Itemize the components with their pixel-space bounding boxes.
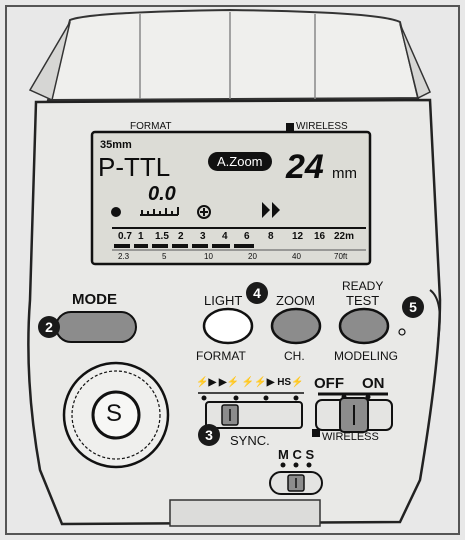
control-dial[interactable] xyxy=(64,363,168,467)
lcd-focal-unit: mm xyxy=(332,165,357,182)
light-button[interactable] xyxy=(204,309,252,343)
scale-m-tick: 1 xyxy=(138,231,144,242)
scale-m-tick: 4 xyxy=(222,231,228,242)
test-label: TEST xyxy=(346,293,380,308)
callout-5: 5 xyxy=(402,296,424,318)
scale-m-tick: 6 xyxy=(244,231,250,242)
scale-m-tick: 3 xyxy=(200,231,206,242)
mode-label: MODE xyxy=(72,291,117,308)
lcd-mode: P-TTL xyxy=(98,152,171,182)
scale-ft-tick: 20 xyxy=(248,252,257,261)
sync-switch[interactable] xyxy=(206,402,302,428)
light-label: LIGHT xyxy=(204,293,243,308)
wireless-label-top: WIRELESS xyxy=(296,121,348,132)
scale-m-tick: 2 xyxy=(178,231,184,242)
callout-3: 3 xyxy=(198,424,220,446)
format-label-top: FORMAT xyxy=(130,121,172,132)
on-label: ON xyxy=(362,375,385,392)
scale-m-tick: 22m xyxy=(334,231,355,242)
callout-2: 2 xyxy=(38,316,60,338)
sync-label: SYNC. xyxy=(230,433,270,448)
lcd-zoom-badge: A.Zoom xyxy=(208,152,272,171)
lcd-focal-small: 35mm xyxy=(100,139,132,151)
lcd-focal-big: 24 xyxy=(286,148,324,186)
zoom-button[interactable] xyxy=(272,309,320,343)
zoom-label: ZOOM xyxy=(276,293,315,308)
mode-button[interactable] xyxy=(56,312,136,342)
test-button[interactable] xyxy=(340,309,388,343)
lcd-ev-value: 0.0 xyxy=(148,183,176,205)
sync-modes-label: ⚡▶ ▶⚡ ⚡⚡▶ HS⚡ xyxy=(196,377,304,388)
flash-body-artwork xyxy=(5,5,460,535)
scale-ft-tick: 40 xyxy=(292,252,301,261)
flash-unit-diagram: FORMAT WIRELESS 35mm P-TTL A.Zoom 24 mm … xyxy=(0,0,465,540)
scale-m-tick: 1.5 xyxy=(155,231,169,242)
scale-ft-tick: 10 xyxy=(204,252,213,261)
scale-m-tick: 0.7 xyxy=(118,231,132,242)
wireless-label: WIRELESS xyxy=(322,431,379,443)
mcs-switch[interactable] xyxy=(270,472,322,494)
mcs-label: M C S xyxy=(278,447,315,462)
scale-m-tick: 16 xyxy=(314,231,326,242)
power-switch[interactable] xyxy=(316,398,392,432)
off-label: OFF xyxy=(314,375,344,392)
scale-m-tick: 8 xyxy=(268,231,274,242)
scale-ft-tick: 70ft xyxy=(334,252,348,261)
format-label: FORMAT xyxy=(196,349,246,363)
callout-4: 4 xyxy=(246,282,268,304)
ready-label: READY xyxy=(342,279,384,293)
modeling-label: MODELING xyxy=(334,349,399,363)
scale-ft-tick: 2.3 xyxy=(118,252,130,261)
ch-label: CH. xyxy=(284,349,305,363)
scale-ft-tick: 5 xyxy=(162,252,167,261)
scale-m-tick: 12 xyxy=(292,231,304,242)
